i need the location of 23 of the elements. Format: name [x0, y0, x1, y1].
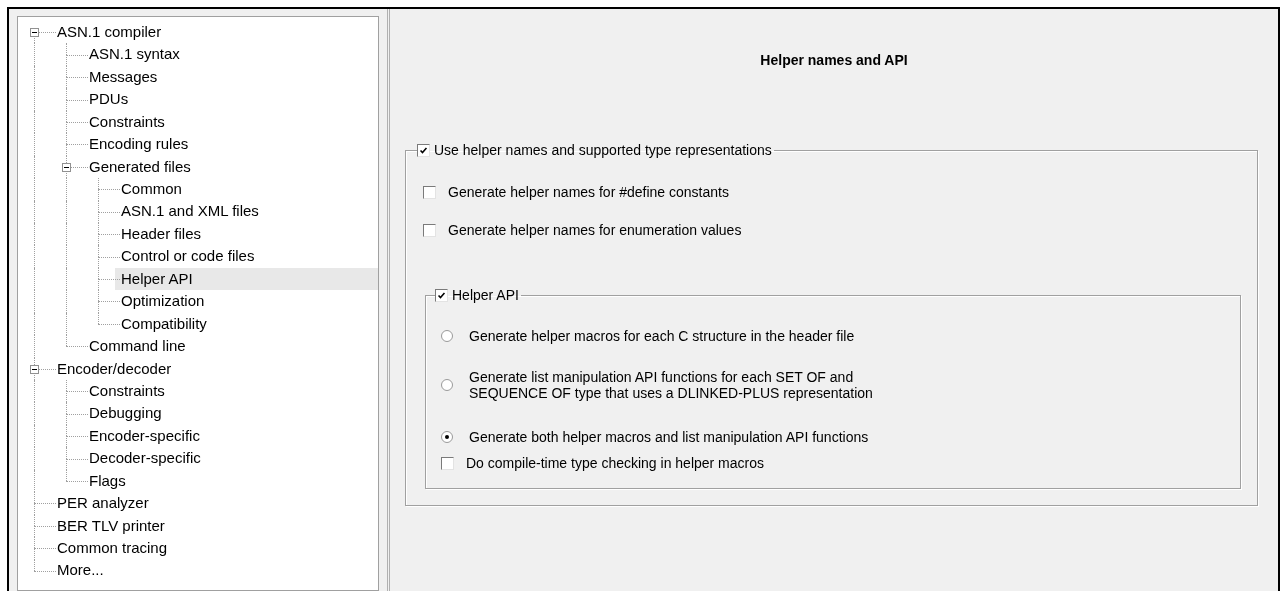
- checkbox[interactable]: [423, 224, 436, 237]
- checkbox[interactable]: [417, 144, 430, 157]
- radio-button[interactable]: [441, 330, 453, 342]
- tree-item[interactable]: Helper API: [115, 267, 378, 291]
- checkmark-icon: [418, 145, 429, 156]
- radio-label: Generate helper macros for each C structure in the header file: [469, 328, 855, 344]
- checkbox-label: Use helper names and supported type representations: [434, 141, 772, 160]
- panel-title: Helper names and API: [759, 51, 909, 70]
- radio-label: Generate both helper macros and list manipulation API functions: [469, 429, 869, 445]
- minus-icon[interactable]: [30, 28, 39, 37]
- checkmark-icon: [436, 290, 447, 301]
- checkbox[interactable]: [441, 457, 454, 470]
- checkbox[interactable]: [435, 289, 448, 302]
- checkbox[interactable]: [423, 186, 436, 199]
- checkbox-label: Generate helper names for enumeration values: [448, 221, 742, 240]
- checkbox-label: Helper API: [452, 286, 519, 305]
- radio-label: Generate list manipulation API functions for each SET OF and SEQUENCE OF type that uses a DLINKED-PLUS representation: [469, 369, 873, 401]
- checkbox-label: Do compile-time type checking in helper macros: [466, 454, 764, 473]
- radio-button[interactable]: [441, 431, 453, 443]
- radio-button[interactable]: [441, 379, 453, 391]
- checkbox-label: Generate helper names for #define constants: [448, 183, 729, 202]
- minus-icon[interactable]: [62, 162, 71, 172]
- minus-icon[interactable]: [30, 364, 39, 374]
